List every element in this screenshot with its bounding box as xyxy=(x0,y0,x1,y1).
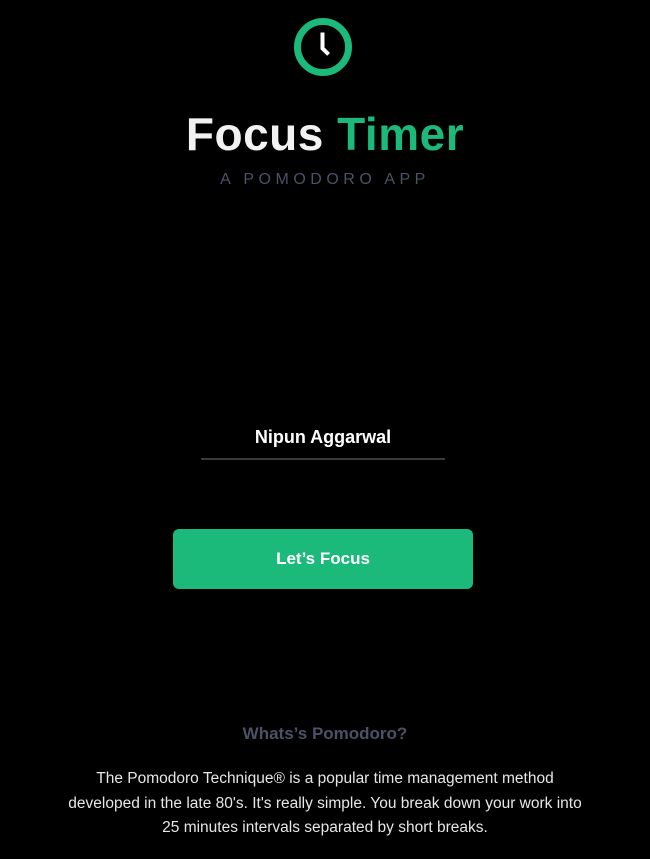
app-title-timer: Timer xyxy=(337,108,465,160)
info-paragraph: The Pomodoro Technique® is a popular tim… xyxy=(68,770,582,836)
clock-icon xyxy=(293,17,353,77)
lets-focus-button[interactable]: Let’s Focus xyxy=(173,529,473,589)
app-title-focus: Focus xyxy=(185,108,324,160)
info-heading: Whats’s Pomodoro? xyxy=(242,724,408,743)
app-title: Focus Timer xyxy=(0,104,650,164)
app-subtitle: A POMODORO APP xyxy=(220,171,430,188)
name-input[interactable] xyxy=(201,416,445,460)
